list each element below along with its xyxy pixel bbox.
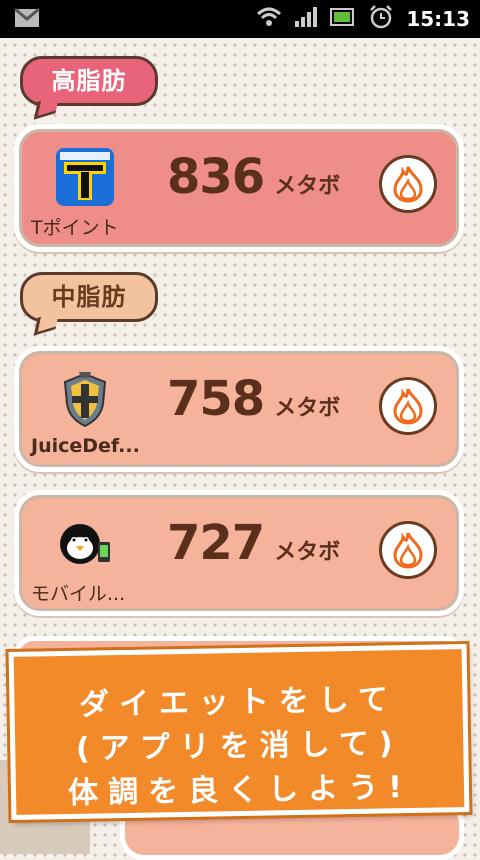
- score-value: 727: [167, 515, 265, 571]
- uninstall-fire-button[interactable]: [379, 521, 437, 579]
- clock-time: 15:13: [406, 7, 470, 31]
- score-value: 758: [167, 371, 265, 427]
- alarm-icon: [368, 4, 394, 34]
- signal-icon: [294, 6, 318, 32]
- score: 836 メタボ: [167, 149, 340, 209]
- banner-line: 体調を良くしよう!: [67, 769, 413, 811]
- score: 758 メタボ: [167, 371, 340, 431]
- app-card[interactable]: JuiceDef... 758 メタボ: [14, 346, 464, 472]
- score-value: 836: [167, 149, 265, 205]
- banner-line: ダイエットをして: [78, 682, 399, 723]
- fire-icon: [393, 388, 423, 425]
- uninstall-fire-button[interactable]: [379, 155, 437, 213]
- banner-line: (アプリを消して): [75, 726, 403, 767]
- fire-icon: [393, 532, 423, 569]
- score: 727 メタボ: [167, 515, 340, 575]
- gmail-icon: [14, 7, 40, 32]
- app-name: JuiceDef...: [31, 435, 140, 457]
- category-tag-mid-fat: 中脂肪: [20, 272, 158, 322]
- diet-message-banner[interactable]: ダイエットをして (アプリを消して) 体調を良くしよう!: [8, 644, 470, 820]
- battery-icon: [330, 7, 356, 31]
- category-tag-high-fat: 高脂肪: [20, 56, 158, 106]
- score-unit: メタボ: [274, 540, 341, 565]
- score-unit: メタボ: [274, 174, 341, 199]
- app-name: Tポイント: [31, 217, 119, 239]
- status-bar: 15:13: [0, 0, 480, 38]
- juicedefender-icon: [55, 369, 115, 429]
- app-card[interactable]: Tポイント 836 メタボ: [14, 124, 464, 252]
- tpoint-icon: [55, 147, 115, 207]
- fire-icon: [393, 166, 423, 203]
- suica-penguin-icon: [55, 513, 115, 573]
- app-name: モバイル...: [31, 583, 126, 605]
- score-unit: メタボ: [274, 396, 341, 421]
- wifi-icon: [256, 6, 282, 32]
- app-card[interactable]: モバイル... 727 メタボ: [14, 490, 464, 616]
- uninstall-fire-button[interactable]: [379, 377, 437, 435]
